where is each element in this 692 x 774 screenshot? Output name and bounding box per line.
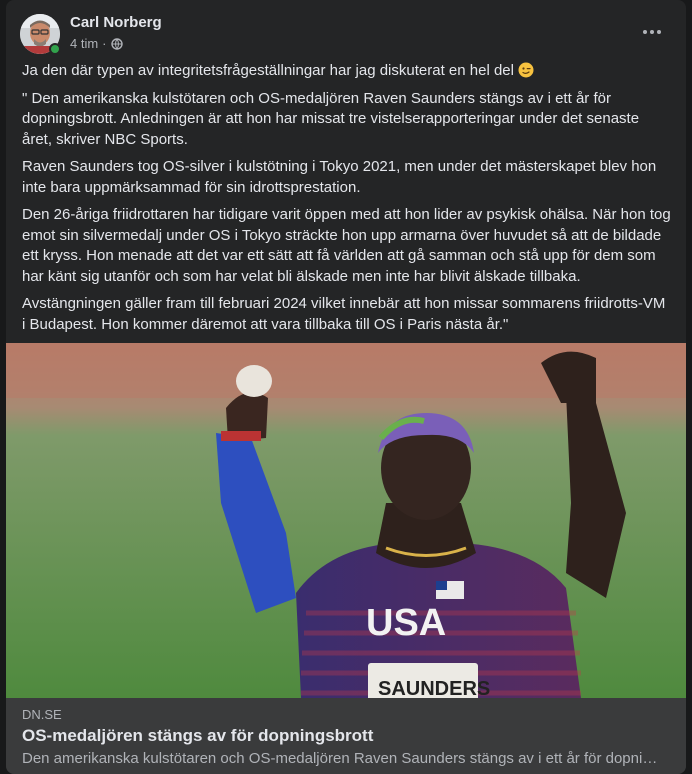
link-preview-info[interactable]: DN.SE OS-medaljören stängs av för dopnin… <box>6 698 686 774</box>
post-meta: 4 tim · <box>70 36 123 51</box>
link-title[interactable]: OS-medaljören stängs av för dopningsbrot… <box>22 726 373 746</box>
link-domain: DN.SE <box>22 707 62 722</box>
online-status-indicator <box>49 43 61 55</box>
post-header: Carl Norberg 4 tim · <box>20 14 672 55</box>
globe-icon[interactable] <box>110 37 123 50</box>
post-card: Carl Norberg 4 tim · Ja den där typen av… <box>6 0 686 774</box>
post-paragraph: Avstängningen gäller fram till februari … <box>22 295 666 333</box>
post-paragraph: Den 26-åriga friidrottaren har tidigare … <box>22 206 671 285</box>
more-options-icon[interactable] <box>638 20 666 44</box>
link-preview-image[interactable]: USA SAUNDERS <box>6 343 686 698</box>
winking-face-icon <box>518 62 534 78</box>
post-paragraph: " Den amerikanska kulstötaren och OS-med… <box>22 89 640 148</box>
author-name[interactable]: Carl Norberg <box>70 14 162 31</box>
post-text: Ja den där typen av integritetsfrågestäl… <box>22 61 672 342</box>
bib-name-text: SAUNDERS <box>378 678 490 698</box>
post-paragraph: Ja den där typen av integritetsfrågestäl… <box>22 61 672 82</box>
post-time[interactable]: 4 tim <box>70 36 98 51</box>
jersey-usa-text: USA <box>366 602 446 644</box>
post-paragraph: Raven Saunders tog OS-silver i kulstötni… <box>22 158 657 196</box>
link-description: Den amerikanska kulstötaren och OS-medal… <box>22 750 658 767</box>
meta-separator: · <box>102 36 107 51</box>
post-paragraph-text: Ja den där typen av integritetsfrågestäl… <box>22 62 514 79</box>
